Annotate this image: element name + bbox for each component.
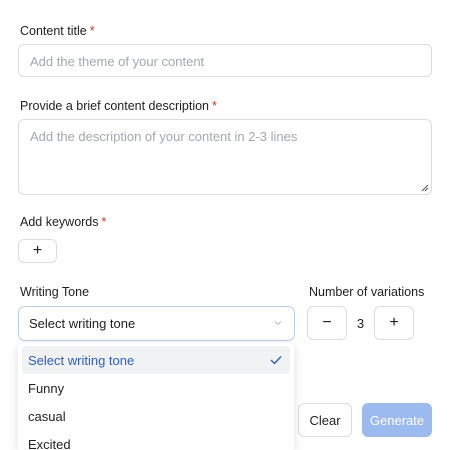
tone-option-casual[interactable]: casual	[18, 402, 294, 430]
required-asterisk: *	[101, 215, 107, 229]
content-title-label: Content title *	[20, 24, 95, 38]
content-title-input[interactable]: Add the theme of your content	[18, 44, 432, 77]
resize-grip-icon[interactable]	[421, 184, 429, 192]
tone-option-label: Funny	[28, 380, 65, 396]
writing-tone-dropdown: Select writing tone Funny casual Excited	[18, 343, 294, 450]
add-keyword-button[interactable]: +	[18, 239, 57, 263]
decrease-variations-button[interactable]: −	[307, 306, 347, 340]
chevron-down-icon	[274, 321, 282, 326]
minus-icon: −	[322, 314, 332, 331]
required-asterisk: *	[89, 24, 95, 38]
writing-tone-label: Writing Tone	[20, 285, 90, 299]
tone-option-select[interactable]: Select writing tone	[22, 346, 290, 374]
content-description-placeholder: Add the description of your content in 2…	[30, 129, 298, 144]
keywords-text: Add keywords	[20, 215, 99, 229]
content-title-placeholder: Add the theme of your content	[30, 54, 205, 69]
content-description-text: Provide a brief content description	[20, 99, 209, 113]
plus-icon: +	[389, 314, 399, 331]
tone-option-label: Excited	[28, 436, 71, 450]
variations-label: Number of variations	[309, 285, 425, 299]
variations-count: 3	[356, 315, 365, 331]
tone-option-label: Select writing tone	[28, 352, 135, 368]
tone-option-funny[interactable]: Funny	[18, 374, 294, 402]
content-title-text: Content title	[20, 24, 87, 38]
increase-variations-button[interactable]: +	[374, 306, 414, 340]
plus-icon: +	[32, 242, 43, 259]
keywords-label: Add keywords *	[20, 215, 106, 229]
writing-tone-value: Select writing tone	[29, 316, 136, 331]
check-icon	[270, 356, 282, 365]
required-asterisk: *	[212, 99, 217, 113]
content-description-label: Provide a brief content description *	[20, 99, 217, 113]
tone-option-excited[interactable]: Excited	[18, 430, 294, 450]
generate-button[interactable]: Generate	[362, 403, 432, 437]
writing-tone-select[interactable]: Select writing tone	[18, 306, 295, 341]
clear-button[interactable]: Clear	[298, 403, 352, 437]
content-description-textarea[interactable]: Add the description of your content in 2…	[18, 119, 432, 195]
tone-option-label: casual	[28, 408, 66, 424]
